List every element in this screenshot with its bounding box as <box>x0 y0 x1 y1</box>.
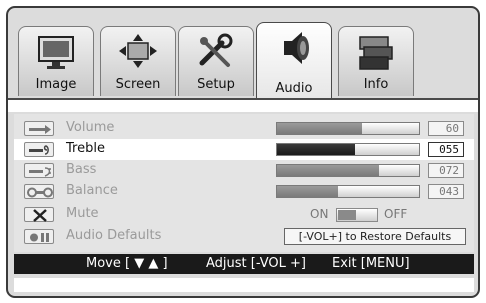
treble-slider[interactable] <box>276 143 420 156</box>
mute-off-label: OFF <box>384 207 408 221</box>
bass-icon <box>24 163 54 178</box>
bass-row[interactable]: Bass 072 <box>14 160 474 181</box>
bass-slider[interactable] <box>276 164 420 177</box>
tab-audio[interactable]: Audio <box>256 22 332 100</box>
help-bar: Move [ ▼ ▲ ] Adjust [-VOL +] Exit [MENU] <box>14 254 474 274</box>
tab-label: Screen <box>115 77 161 92</box>
tab-bar: Image Screen Setup Audio Info <box>8 8 478 100</box>
volume-slider[interactable] <box>276 122 420 135</box>
screen-arrows-icon <box>119 34 157 68</box>
bass-slider-fill <box>277 165 380 176</box>
mute-switch-knob <box>338 210 356 220</box>
volume-slider-fill <box>277 123 363 134</box>
speaker-icon <box>284 32 309 64</box>
balance-label: Balance <box>66 183 118 198</box>
mute-label: Mute <box>66 206 99 221</box>
tab-label: Image <box>35 77 77 92</box>
tab-info[interactable]: Info <box>338 26 414 96</box>
tab-label: Setup <box>197 77 235 92</box>
balance-value: 043 <box>428 184 464 199</box>
mute-icon <box>24 207 54 222</box>
balance-row[interactable]: Balance 043 <box>14 181 474 202</box>
tab-screen[interactable]: Screen <box>100 26 176 96</box>
volume-label: Volume <box>66 120 115 135</box>
treble-row[interactable]: Treble 055 <box>14 139 474 160</box>
help-adjust: Adjust [-VOL +] <box>206 256 307 271</box>
info-boxes-icon <box>359 36 393 70</box>
tab-image[interactable]: Image <box>18 26 94 96</box>
audio-defaults-label: Audio Defaults <box>66 228 162 243</box>
treble-slider-fill <box>277 144 356 155</box>
tab-label: Audio <box>275 81 313 96</box>
tools-icon <box>199 33 233 67</box>
treble-value: 055 <box>428 142 464 157</box>
reset-defaults-icon <box>24 229 54 244</box>
mute-on-label: ON <box>310 207 329 221</box>
bass-label: Bass <box>66 162 97 177</box>
balance-icon <box>24 184 54 199</box>
mute-switch[interactable] <box>336 208 378 222</box>
mute-row[interactable]: Mute ON OFF <box>14 204 474 225</box>
balance-slider-fill <box>277 186 339 197</box>
audio-settings-panel: Volume 60 Treble 055 Bass 072 Balance 04… <box>14 114 474 252</box>
audio-defaults-row[interactable]: Audio Defaults [-VOL+] to Restore Defaul… <box>14 226 474 247</box>
help-exit: Exit [MENU] <box>332 256 410 271</box>
balance-slider[interactable] <box>276 185 420 198</box>
volume-row[interactable]: Volume 60 <box>14 118 474 139</box>
monitor-icon <box>38 36 74 69</box>
tab-setup[interactable]: Setup <box>178 26 254 96</box>
osd-menu: Image Screen Setup Audio Info Volume 60 … <box>6 6 480 298</box>
volume-value: 60 <box>428 121 464 136</box>
treble-label: Treble <box>66 141 105 156</box>
help-move: Move [ ▼ ▲ ] <box>86 256 168 271</box>
tab-label: Info <box>363 77 389 92</box>
treble-icon <box>24 142 54 157</box>
volume-icon <box>24 121 54 136</box>
footer-strip <box>14 278 474 292</box>
bass-value: 072 <box>428 163 464 178</box>
tab-divider <box>8 98 478 112</box>
restore-defaults-hint[interactable]: [-VOL+] to Restore Defaults <box>284 228 466 245</box>
